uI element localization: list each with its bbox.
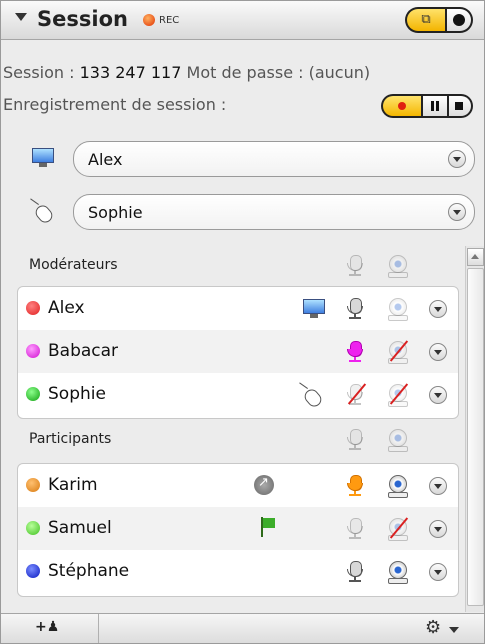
- microphone-icon[interactable]: [344, 340, 366, 364]
- user-icon: ♟: [46, 619, 60, 635]
- session-info-line: Session : 133 247 117 Mot de passe : (au…: [3, 63, 370, 82]
- status-dot: [26, 478, 40, 492]
- add-user-button[interactable]: +♟: [35, 619, 59, 635]
- participants-list: Karim Samuel Stéphane: [17, 463, 459, 597]
- panel-footer: +♟ ⚙: [1, 613, 484, 643]
- screen-share-button[interactable]: ⧉: [407, 9, 445, 31]
- status-dot: [26, 387, 40, 401]
- header-button-group: ⧉: [405, 7, 473, 33]
- webcam-off-icon[interactable]: [386, 340, 409, 364]
- mouse-icon: [298, 382, 325, 410]
- chevron-down-icon[interactable]: [429, 477, 447, 495]
- controller-select-value: Sophie: [88, 203, 143, 222]
- chevron-down-icon[interactable]: [429, 563, 447, 581]
- participant-row-karim[interactable]: Karim: [18, 464, 458, 507]
- record-dot-icon: [143, 14, 155, 26]
- participants-header: Participants: [1, 425, 461, 455]
- scroll-thumb[interactable]: [467, 268, 484, 606]
- moderator-row-babacar[interactable]: Babacar: [18, 330, 458, 373]
- recording-label: Enregistrement de session :: [3, 95, 227, 114]
- microphone-icon[interactable]: [344, 297, 366, 321]
- status-dot: [26, 564, 40, 578]
- stop-button[interactable]: [449, 96, 471, 116]
- participant-name: Stéphane: [48, 561, 130, 581]
- microphone-icon[interactable]: [344, 254, 366, 278]
- rec-badge: REC: [159, 15, 180, 26]
- chevron-down-icon[interactable]: [448, 150, 466, 168]
- monitor-icon: [32, 148, 54, 168]
- webcam-icon[interactable]: [386, 560, 408, 584]
- panel-header[interactable]: Session REC ⧉: [1, 1, 484, 40]
- chevron-down-icon[interactable]: [429, 300, 447, 318]
- participant-name: Babacar: [48, 341, 119, 361]
- scrollbar[interactable]: [465, 246, 484, 612]
- status-dot: [26, 521, 40, 535]
- participant-name: Sophie: [48, 384, 106, 404]
- record-button[interactable]: [383, 96, 421, 116]
- status-dot: [26, 301, 40, 315]
- presenter-select-value: Alex: [88, 150, 123, 169]
- session-id: 133 247 117: [79, 63, 182, 82]
- moderators-list: Alex Babacar Sophie: [17, 286, 459, 419]
- controller-select[interactable]: Sophie: [73, 194, 475, 230]
- add-label: +: [35, 619, 47, 635]
- presenter-select[interactable]: Alex: [73, 141, 475, 177]
- footer-divider: [98, 614, 99, 643]
- microphone-icon[interactable]: [344, 428, 366, 452]
- webcam-icon[interactable]: [386, 254, 408, 278]
- session-label: Session :: [3, 63, 75, 82]
- chevron-down-icon[interactable]: [429, 386, 447, 404]
- flag-icon: [258, 516, 278, 538]
- arrow-icon: [254, 475, 274, 495]
- participant-name: Karim: [48, 475, 98, 495]
- participant-name: Samuel: [48, 518, 112, 538]
- microphone-icon[interactable]: [344, 517, 366, 541]
- moderators-label: Modérateurs: [29, 257, 118, 273]
- chevron-down-icon[interactable]: [448, 203, 466, 221]
- monitor-icon: [303, 299, 325, 319]
- microphone-off-icon[interactable]: [344, 383, 367, 407]
- microphone-icon[interactable]: [344, 474, 366, 498]
- webcam-icon[interactable]: [386, 474, 408, 498]
- panel-title: Session: [37, 7, 128, 31]
- participants-label: Participants: [29, 431, 112, 447]
- recording-controls: [381, 94, 473, 118]
- password-label: Mot de passe :: [186, 63, 304, 82]
- webcam-off-icon[interactable]: [386, 517, 409, 541]
- collapse-triangle-icon[interactable]: [15, 13, 27, 21]
- mouse-icon: [29, 198, 56, 226]
- participant-row-samuel[interactable]: Samuel: [18, 507, 458, 550]
- scroll-up-button[interactable]: [467, 248, 484, 266]
- chevron-down-icon[interactable]: [429, 343, 447, 361]
- participant-row-stephane[interactable]: Stéphane: [18, 550, 458, 593]
- status-dot: [26, 344, 40, 358]
- password-value: (aucun): [308, 63, 371, 82]
- chevron-down-icon[interactable]: [449, 627, 459, 633]
- gear-icon[interactable]: ⚙: [425, 617, 441, 638]
- pause-button[interactable]: [423, 96, 447, 116]
- session-panel: Session REC ⧉ Session : 133 247 117 Mot …: [0, 0, 485, 644]
- chevron-down-icon[interactable]: [429, 520, 447, 538]
- moderator-row-alex[interactable]: Alex: [18, 287, 458, 330]
- options-button[interactable]: [447, 9, 471, 31]
- moderator-row-sophie[interactable]: Sophie: [18, 373, 458, 416]
- microphone-icon[interactable]: [344, 560, 366, 584]
- moderators-header: Modérateurs: [1, 251, 461, 281]
- circle-icon: [453, 14, 465, 26]
- webcam-icon[interactable]: [386, 297, 408, 321]
- participant-name: Alex: [48, 298, 85, 318]
- webcam-off-icon[interactable]: [386, 383, 409, 407]
- webcam-icon[interactable]: [386, 428, 408, 452]
